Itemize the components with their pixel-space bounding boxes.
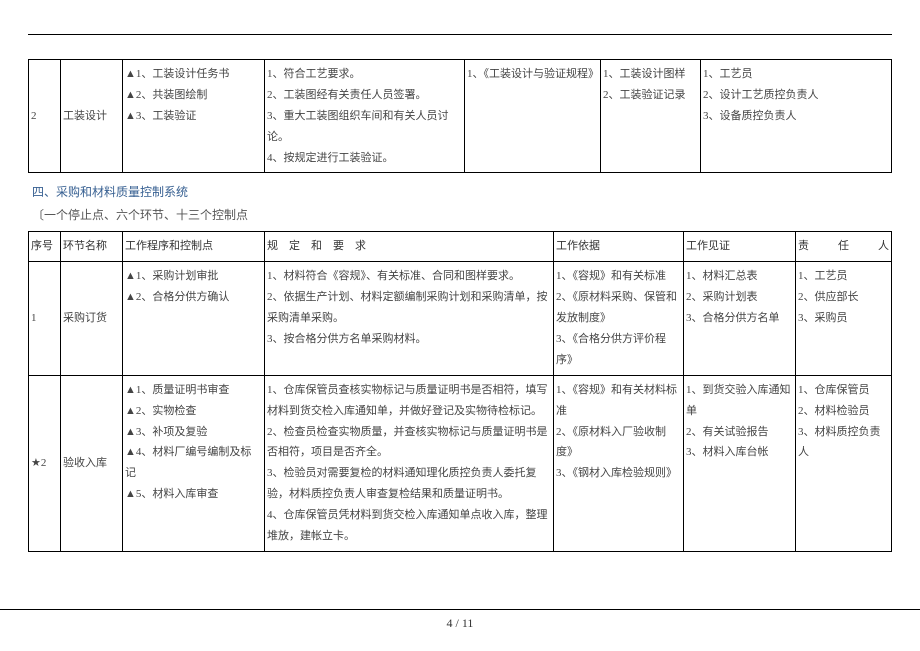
table-row: 1 采购订货 ▲1、采购计划审批 ▲2、合格分供方确认 1、材料符合《容规》、有… (29, 262, 892, 375)
cell-resp: 1、仓库保管员 2、材料检验员 3、材料质控负责人 (796, 375, 892, 551)
cell-req: 1、仓库保管员查核实物标记与质量证明书是否相符，填写材料到货交检入库通知单，并做… (265, 375, 554, 551)
cell-req: 1、符合工艺要求。 2、工装图经有关责任人员签署。 3、重大工装图组织车间和有关… (265, 60, 465, 173)
cell-num: 1 (29, 262, 61, 375)
cell-ctrl: ▲1、工装设计任务书 ▲2、共装图绘制 ▲3、工装验证 (123, 60, 265, 173)
cell-num: ★2 (29, 375, 61, 551)
cell-basis: 1、《容规》和有关标准 2、《原材料采购、保管和发放制度》 3、《合格分供方评价… (554, 262, 684, 375)
col-ctrl: 工作程序和控制点 (123, 232, 265, 262)
table-row: 2 工装设计 ▲1、工装设计任务书 ▲2、共装图绘制 ▲3、工装验证 1、符合工… (29, 60, 892, 173)
table-row: ★2 验收入库 ▲1、质量证明书审查 ▲2、实物检查 ▲3、补项及复验 ▲4、材… (29, 375, 892, 551)
col-basis: 工作依据 (554, 232, 684, 262)
cell-name: 工装设计 (61, 60, 123, 173)
col-name: 环节名称 (61, 232, 123, 262)
section4-subtitle: 〔一个停止点、六个环节、十三个控制点 (32, 206, 892, 223)
cell-wit: 1、到货交验入库通知单 2、有关试验报告 3、材料入库台帐 (684, 375, 796, 551)
table-procurement: 序号 环节名称 工作程序和控制点 规 定 和 要 求 工作依据 工作见证 责 任… (28, 231, 892, 551)
page-footer: 4 / 11 (0, 609, 920, 631)
cell-name: 验收入库 (61, 375, 123, 551)
cell-basis: 1、《容规》和有关材料标准 2、《原材料入厂验收制度》 3、《钢材入库检验规则》 (554, 375, 684, 551)
table-header-row: 序号 环节名称 工作程序和控制点 规 定 和 要 求 工作依据 工作见证 责 任… (29, 232, 892, 262)
cell-resp: 1、工艺员 2、设计工艺质控负责人 3、设备质控负责人 (701, 60, 892, 173)
col-req: 规 定 和 要 求 (265, 232, 554, 262)
cell-wit: 1、材料汇总表 2、采购计划表 3、合格分供方名单 (684, 262, 796, 375)
col-resp: 责 任 人 (796, 232, 892, 262)
col-num: 序号 (29, 232, 61, 262)
cell-name: 采购订货 (61, 262, 123, 375)
cell-ctrl: ▲1、质量证明书审查 ▲2、实物检查 ▲3、补项及复验 ▲4、材料厂编号编制及标… (123, 375, 265, 551)
cell-basis: 1、《工装设计与验证规程》 (465, 60, 601, 173)
section4-title: 四、采购和材料质量控制系统 (32, 183, 892, 200)
cell-ctrl: ▲1、采购计划审批 ▲2、合格分供方确认 (123, 262, 265, 375)
page-number: 4 / 11 (447, 616, 474, 630)
header-rule (28, 34, 892, 35)
cell-req: 1、材料符合《容规》、有关标准、合同和图样要求。 2、依据生产计划、材料定额编制… (265, 262, 554, 375)
table-process-design: 2 工装设计 ▲1、工装设计任务书 ▲2、共装图绘制 ▲3、工装验证 1、符合工… (28, 59, 892, 173)
cell-wit: 1、工装设计图样 2、工装验证记录 (601, 60, 701, 173)
col-wit: 工作见证 (684, 232, 796, 262)
cell-resp: 1、工艺员 2、供应部长 3、采购员 (796, 262, 892, 375)
cell-num: 2 (29, 60, 61, 173)
